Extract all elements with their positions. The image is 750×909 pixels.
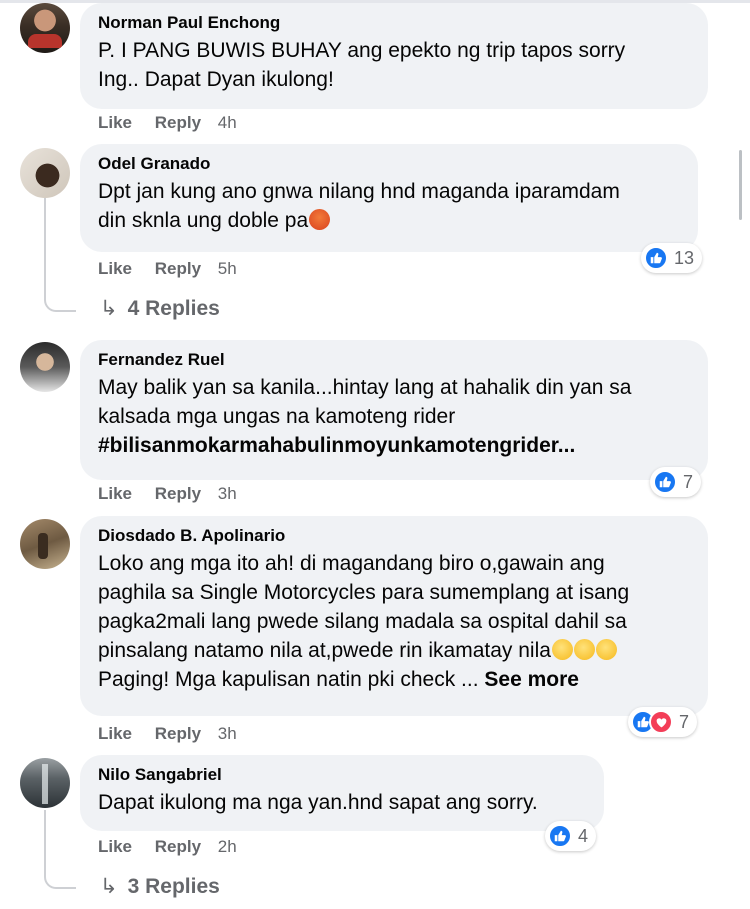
comment-bubble: Diosdado B. Apolinario Loko ang mga ito …	[80, 516, 708, 716]
thread-connector	[44, 292, 76, 312]
comment-line-text: pinsalang natamo nila at,pwede rin ikama…	[98, 639, 551, 662]
comment-actions: Like Reply 4h	[98, 113, 237, 133]
comment-line-text: Paging! Mga kapulisan natin pki check ..…	[98, 668, 479, 691]
avatar[interactable]	[20, 758, 70, 808]
comment-author[interactable]: Fernandez Ruel	[98, 349, 690, 371]
comment-author[interactable]: Norman Paul Enchong	[98, 12, 690, 34]
comment-author[interactable]: Odel Granado	[98, 153, 680, 175]
like-button[interactable]: Like	[98, 724, 132, 743]
thinking-face-icon	[595, 639, 617, 660]
like-reaction-icon	[644, 246, 668, 270]
comment-line: pinsalang natamo nila at,pwede rin ikama…	[98, 636, 690, 665]
comment-actions: Like Reply 3h	[98, 484, 237, 504]
avatar[interactable]	[20, 342, 70, 392]
comment-bubble: Odel Granado Dpt jan kung ano gnwa nilan…	[80, 144, 698, 252]
comment-time[interactable]: 3h	[218, 724, 237, 743]
comment-line: Paging! Mga kapulisan natin pki check ..…	[98, 665, 690, 694]
comment-time[interactable]: 5h	[218, 259, 237, 278]
comment-bubble: Norman Paul Enchong P. I PANG BUWIS BUHA…	[80, 3, 708, 109]
view-replies-link[interactable]: ↳ 3 Replies	[100, 874, 220, 899]
comment-line: Ing.. Dapat Dyan ikulong!	[98, 68, 334, 91]
reaction-summary[interactable]: 13	[641, 243, 703, 273]
avatar[interactable]	[20, 148, 70, 198]
comment-line: pagka2mali lang pwede silang madala sa o…	[98, 610, 627, 633]
reaction-count: 7	[679, 711, 690, 732]
reply-arrow-icon: ↳	[100, 297, 118, 320]
reply-arrow-icon: ↳	[100, 875, 118, 898]
like-button[interactable]: Like	[98, 259, 132, 278]
replies-count: 3 Replies	[127, 875, 220, 898]
reply-button[interactable]: Reply	[155, 484, 201, 503]
comment-text: May balik yan sa kanila...hintay lang at…	[98, 373, 690, 460]
thread-line	[44, 198, 46, 293]
hashtag-link[interactable]: #bilisanmokarmahabulinmoyunkamotengrider…	[98, 431, 690, 460]
thinking-face-icon	[551, 639, 573, 660]
comment-line: Dpt jan kung ano gnwa nilang hnd maganda…	[98, 180, 620, 203]
comment-time[interactable]: 3h	[218, 484, 237, 503]
reaction-summary[interactable]: 4	[545, 821, 597, 851]
comment-line-text: din sknla ung doble pa	[98, 209, 309, 232]
like-button[interactable]: Like	[98, 837, 132, 856]
reaction-summary[interactable]: 7	[650, 467, 702, 497]
comment-text: Loko ang mga ito ah! di magandang biro o…	[98, 549, 690, 694]
thread-line	[44, 810, 46, 870]
reaction-count: 4	[578, 825, 589, 846]
like-reaction-icon	[653, 470, 677, 494]
reply-button[interactable]: Reply	[155, 113, 201, 132]
comment-line: din sknla ung doble pa	[98, 206, 680, 235]
reaction-count: 13	[674, 247, 695, 268]
comment-author[interactable]: Diosdado B. Apolinario	[98, 525, 690, 547]
thread-connector	[44, 869, 76, 889]
comment-line: P. I PANG BUWIS BUHAY ang epekto ng trip…	[98, 39, 626, 62]
scrollbar[interactable]	[739, 150, 742, 220]
comment-text: Dpt jan kung ano gnwa nilang hnd maganda…	[98, 177, 680, 235]
comment-actions: Like Reply 2h	[98, 837, 237, 857]
comment-line: Loko ang mga ito ah! di magandang biro o…	[98, 552, 605, 575]
comment-author[interactable]: Nilo Sangabriel	[98, 764, 586, 786]
comment-line: Dapat ikulong ma nga yan.hnd sapat ang s…	[98, 791, 538, 814]
comment-line: paghila sa Single Motorcycles para sumem…	[98, 581, 630, 604]
comment-text: Dapat ikulong ma nga yan.hnd sapat ang s…	[98, 788, 586, 817]
avatar[interactable]	[20, 519, 70, 569]
reply-button[interactable]: Reply	[155, 837, 201, 856]
love-reaction-icon	[649, 710, 673, 734]
view-replies-link[interactable]: ↳ 4 Replies	[100, 296, 220, 321]
replies-count: 4 Replies	[127, 297, 220, 320]
reaction-summary[interactable]: 7	[628, 707, 698, 737]
comment-time[interactable]: 4h	[218, 113, 237, 132]
comment-time[interactable]: 2h	[218, 837, 237, 856]
comment-bubble: Nilo Sangabriel Dapat ikulong ma nga yan…	[80, 755, 604, 831]
comment-actions: Like Reply 3h	[98, 724, 237, 744]
avatar[interactable]	[20, 3, 70, 53]
thinking-face-icon	[573, 639, 595, 660]
reaction-count: 7	[683, 471, 694, 492]
like-button[interactable]: Like	[98, 484, 132, 503]
comment-text: P. I PANG BUWIS BUHAY ang epekto ng trip…	[98, 36, 690, 94]
reply-button[interactable]: Reply	[155, 259, 201, 278]
comment-line: kalsada mga ungas na kamoteng rider	[98, 405, 456, 428]
like-button[interactable]: Like	[98, 113, 132, 132]
like-reaction-icon	[548, 824, 572, 848]
comment-actions: Like Reply 5h	[98, 259, 237, 279]
comment-bubble: Fernandez Ruel May balik yan sa kanila..…	[80, 340, 708, 480]
reply-button[interactable]: Reply	[155, 724, 201, 743]
angry-face-icon	[309, 209, 331, 230]
see-more-link[interactable]: See more	[484, 668, 579, 691]
comment-line: May balik yan sa kanila...hintay lang at…	[98, 376, 632, 399]
